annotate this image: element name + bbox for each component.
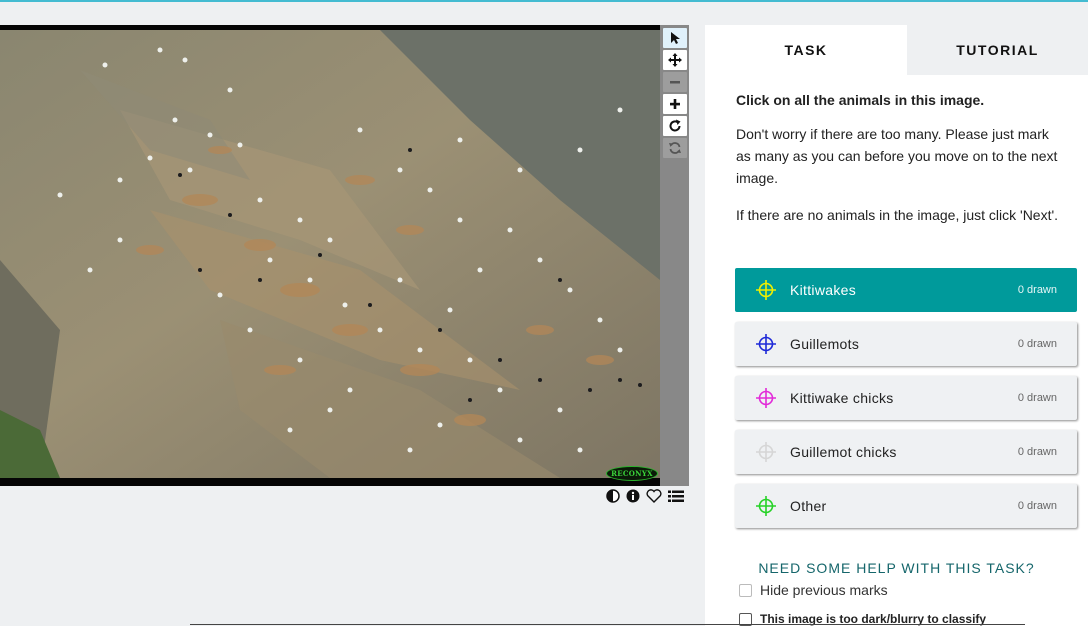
crosshair-marker-icon — [756, 280, 776, 300]
choice-guillemots[interactable]: Guillemots 0 drawn — [735, 322, 1077, 366]
choice-other[interactable]: Other 0 drawn — [735, 484, 1077, 528]
choice-count: 0 drawn — [1017, 500, 1057, 512]
choice-count: 0 drawn — [1017, 446, 1057, 458]
top-accent-line — [0, 0, 1088, 2]
move-arrows-icon — [668, 53, 682, 67]
panel-tabs: TASK TUTORIAL — [705, 25, 1088, 75]
image-actions — [606, 488, 684, 504]
rotate-icon — [668, 119, 682, 133]
choice-kittiwake-chicks[interactable]: Kittiwake chicks 0 drawn — [735, 376, 1077, 420]
image-viewer[interactable]: RECONYX — [0, 25, 660, 486]
reset-tool-button[interactable] — [663, 138, 687, 158]
task-help-text-2: If there are no animals in the image, ju… — [736, 207, 1059, 223]
task-help-text-1: Don't worry if there are too many. Pleas… — [736, 126, 1058, 186]
crosshair-marker-icon — [756, 496, 776, 516]
crosshair-marker-icon — [756, 388, 776, 408]
choice-label: Other — [790, 498, 827, 514]
image-toolbar — [660, 25, 689, 486]
tab-task[interactable]: TASK — [705, 25, 907, 75]
choice-count: 0 drawn — [1017, 284, 1057, 296]
task-instructions: Click on all the animals in this image. … — [705, 75, 1065, 226]
choice-label: Guillemots — [790, 336, 860, 352]
choice-count: 0 drawn — [1017, 338, 1057, 350]
choice-guillemot-chicks[interactable]: Guillemot chicks 0 drawn — [735, 430, 1077, 474]
tab-tutorial[interactable]: TUTORIAL — [907, 25, 1088, 75]
minus-icon — [669, 76, 681, 88]
task-question: Click on all the animals in this image. — [736, 92, 985, 108]
crosshair-marker-icon — [756, 442, 776, 462]
plus-icon — [669, 98, 681, 110]
refresh-icon — [668, 141, 682, 155]
bottom-divider — [190, 624, 1025, 625]
choice-label: Kittiwake chicks — [790, 390, 894, 406]
heart-icon[interactable] — [646, 489, 662, 503]
crosshair-marker-icon — [756, 334, 776, 354]
choice-count: 0 drawn — [1017, 392, 1057, 404]
zoom-out-tool-button[interactable] — [663, 72, 687, 92]
pointer-tool-button[interactable] — [663, 28, 687, 48]
choice-list: Kittiwakes 0 drawn Guillemots 0 drawn Ki… — [735, 268, 1077, 538]
info-icon[interactable] — [626, 489, 640, 503]
zoom-in-tool-button[interactable] — [663, 94, 687, 114]
rotate-tool-button[interactable] — [663, 116, 687, 136]
choice-kittiwakes[interactable]: Kittiwakes 0 drawn — [735, 268, 1077, 312]
choice-label: Kittiwakes — [790, 282, 857, 298]
contrast-icon[interactable] — [606, 489, 620, 503]
subject-image[interactable] — [0, 30, 660, 478]
list-icon[interactable] — [668, 490, 684, 503]
hide-marks-label: Hide previous marks — [760, 582, 888, 598]
pan-tool-button[interactable] — [663, 50, 687, 70]
cursor-arrow-icon — [669, 31, 681, 45]
help-link[interactable]: NEED SOME HELP WITH THIS TASK? — [705, 560, 1088, 576]
task-panel: TASK TUTORIAL Click on all the animals i… — [705, 25, 1088, 626]
hide-marks-toggle[interactable]: Hide previous marks — [739, 582, 888, 598]
reconyx-watermark-logo: RECONYX — [606, 466, 658, 481]
hide-marks-checkbox[interactable] — [739, 583, 752, 597]
choice-label: Guillemot chicks — [790, 444, 897, 460]
